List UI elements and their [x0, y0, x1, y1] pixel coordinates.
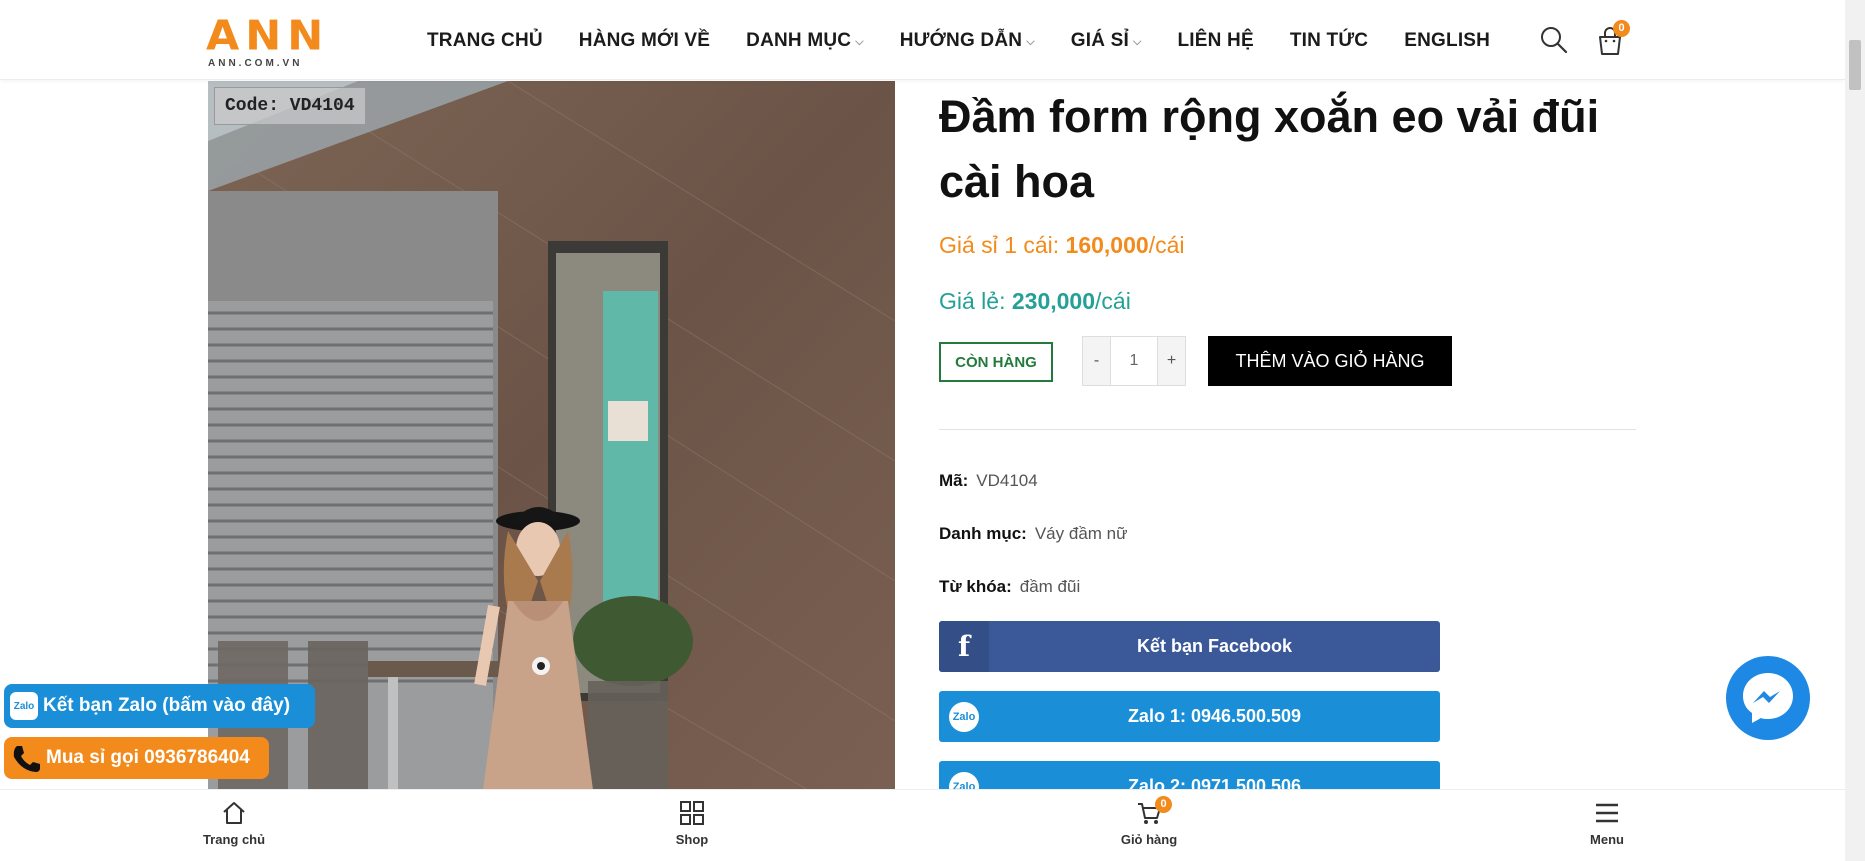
sku-row: Mã: VD4104 — [939, 471, 1038, 491]
nav-item-categories[interactable]: DANH MỤC ⌵ — [746, 30, 864, 52]
main-nav: TRANG CHỦ HÀNG MỚI VỀ DANH MỤC ⌵ HƯỚNG DẪ… — [427, 26, 1526, 56]
qty-increase-button[interactable]: + — [1158, 337, 1185, 385]
wholesale-amount: 160,000 — [1065, 232, 1149, 258]
nav-label: ENGLISH — [1404, 30, 1491, 51]
messenger-icon — [1743, 673, 1793, 723]
bottom-nav-label: Giỏ hàng — [1120, 832, 1178, 847]
qty-input[interactable]: 1 — [1110, 337, 1158, 385]
category-label: Danh mục: — [939, 524, 1027, 543]
sku-label: Mã: — [939, 471, 969, 490]
cart-count-badge: 0 — [1613, 20, 1630, 37]
facebook-button[interactable]: f Kết bạn Facebook — [939, 621, 1440, 672]
bottom-nav-shop[interactable]: Shop — [632, 800, 752, 847]
product-title: Đầm form rộng xoắn eo vải đũi cài hoa — [939, 91, 1600, 207]
zalo-1-label: Zalo 1: 0946.500.509 — [1127, 706, 1302, 726]
nav-label: HÀNG MỚI VỀ — [578, 30, 711, 51]
nav-item-guide[interactable]: HƯỚNG DẪN ⌵ — [900, 30, 1035, 52]
site-header: ANN ANN.COM.VN TRANG CHỦ HÀNG MỚI VỀ DAN… — [0, 0, 1845, 80]
quantity-stepper: - 1 + — [1082, 336, 1186, 386]
retail-unit: /cái — [1095, 288, 1131, 314]
bottom-nav-label: Trang chủ — [202, 832, 266, 847]
product-photo — [208, 81, 895, 790]
zalo-icon: Zalo — [10, 692, 38, 720]
logo-text: ANN — [206, 12, 330, 60]
nav-label: TIN TỨC — [1289, 30, 1369, 51]
category-link[interactable]: Váy đầm nữ — [1035, 524, 1128, 543]
wholesale-price: Giá sỉ 1 cái: 160,000/cái — [939, 232, 1184, 259]
bottom-nav-home[interactable]: Trang chủ — [174, 800, 294, 847]
page-scrollbar[interactable] — [1845, 0, 1865, 861]
nav-item-wholesale[interactable]: GIÁ SỈ ⌵ — [1071, 30, 1142, 52]
floating-call-button[interactable]: Mua sỉ gọi 0936786404 — [4, 737, 269, 779]
chevron-down-icon: ⌵ — [855, 35, 864, 48]
nav-item-english[interactable]: ENGLISH — [1404, 30, 1490, 52]
nav-label: HƯỚNG DẪN — [899, 30, 1023, 51]
chevron-down-icon: ⌵ — [1132, 35, 1142, 48]
category-row: Danh mục: Váy đầm nữ — [939, 524, 1128, 544]
phone-icon — [10, 743, 40, 773]
retail-amount: 230,000 — [1011, 288, 1096, 314]
home-icon — [223, 802, 245, 824]
sku-value: VD4104 — [976, 471, 1038, 490]
scrollbar-thumb[interactable] — [1849, 40, 1861, 90]
shopping-bag-icon[interactable]: 0 — [1596, 20, 1630, 56]
nav-item-home[interactable]: TRANG CHỦ — [427, 30, 543, 52]
nav-item-contact[interactable]: LIÊN HỆ — [1178, 30, 1254, 52]
nav-item-news[interactable]: TIN TỨC — [1290, 30, 1368, 52]
chevron-down-icon: ⌵ — [1026, 35, 1035, 48]
nav-item-new-arrivals[interactable]: HÀNG MỚI VỀ — [579, 30, 710, 52]
zalo-1-button[interactable]: Zalo Zalo 1: 0946.500.509 — [939, 691, 1440, 742]
zalo-icon: Zalo — [939, 691, 989, 742]
bottom-nav-label: Shop — [675, 832, 709, 847]
nav-label: GIÁ SỈ — [1070, 30, 1129, 51]
tag-link[interactable]: đầm đũi — [1020, 577, 1080, 596]
search-icon[interactable] — [1540, 26, 1568, 54]
wholesale-label: Giá sỉ 1 cái: — [939, 232, 1066, 258]
messenger-chat-button[interactable] — [1726, 656, 1810, 740]
bottom-nav: Trang chủ Shop 0 Giỏ hàng Menu — [0, 789, 1845, 861]
qty-decrease-button[interactable]: - — [1083, 337, 1110, 385]
logo-subtext: ANN.COM.VN — [208, 58, 303, 69]
menu-icon — [1596, 803, 1618, 823]
bottom-nav-menu[interactable]: Menu — [1547, 800, 1667, 847]
nav-label: DANH MỤC — [746, 30, 852, 51]
grid-icon — [680, 801, 704, 825]
floating-zalo-button[interactable]: Zalo Kết bạn Zalo (bấm vào đây) — [4, 684, 315, 728]
facebook-label: Kết bạn Facebook — [1136, 636, 1293, 656]
product-code-tag: Code: VD4104 — [214, 87, 366, 125]
nav-label: LIÊN HỆ — [1177, 30, 1254, 51]
add-to-cart-button[interactable]: THÊM VÀO GIỎ HÀNG — [1208, 336, 1452, 386]
bottom-cart-count-badge: 0 — [1155, 796, 1172, 813]
stock-status-badge: CÒN HÀNG — [939, 342, 1053, 382]
zalo-icon-badge: Zalo — [949, 701, 979, 732]
bottom-nav-label: Menu — [1590, 832, 1624, 847]
facebook-icon: f — [939, 621, 989, 672]
retail-price: Giá lẻ: 230,000/cái — [939, 288, 1131, 315]
tags-row: Từ khóa: đầm đũi — [939, 577, 1080, 597]
product-image[interactable]: Code: VD4104 — [208, 81, 895, 790]
nav-label: TRANG CHỦ — [427, 30, 543, 51]
site-logo[interactable]: ANN ANN.COM.VN — [206, 14, 323, 69]
wholesale-unit: /cái — [1148, 232, 1185, 258]
retail-label: Giá lẻ: — [939, 288, 1012, 314]
tags-label: Từ khóa: — [939, 577, 1012, 596]
floating-call-label: Mua sỉ gọi 0936786404 — [46, 747, 250, 768]
bottom-nav-cart[interactable]: 0 Giỏ hàng — [1089, 796, 1209, 847]
divider — [939, 429, 1636, 430]
floating-zalo-label: Kết bạn Zalo (bấm vào đây) — [43, 695, 291, 716]
